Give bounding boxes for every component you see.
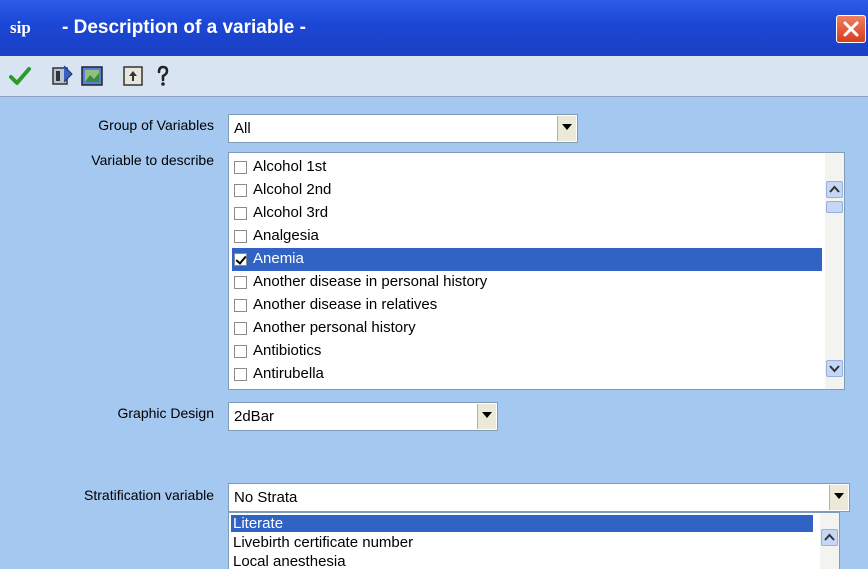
list-item-label: Anemia [253, 250, 304, 267]
checkbox[interactable] [234, 368, 247, 381]
checkbox[interactable] [234, 161, 247, 174]
list-item-label: Alcohol 2nd [253, 181, 332, 198]
app-logo: sip [10, 18, 31, 37]
list-item[interactable]: Antirubella [232, 363, 822, 386]
checkbox[interactable] [234, 322, 247, 335]
graphic-design-label: Graphic Design [117, 405, 215, 421]
confirm-button[interactable] [6, 62, 34, 90]
list-item[interactable]: Alcohol 3rd [232, 202, 822, 225]
dropdown-option[interactable]: Literate [231, 515, 813, 532]
dropdown-option[interactable]: Livebirth certificate number [233, 534, 413, 551]
variables-button[interactable] [48, 62, 76, 90]
help-button[interactable] [149, 62, 177, 90]
chevron-down-icon[interactable] [557, 116, 576, 141]
chevron-down-icon[interactable] [477, 404, 496, 429]
group-of-variables-label: Group of Variables [98, 117, 214, 133]
list-item[interactable]: Analgesia [232, 225, 822, 248]
list-item[interactable]: Antibiotics [232, 340, 822, 363]
checkbox[interactable] [234, 184, 247, 197]
checkbox[interactable] [234, 230, 247, 243]
window-title: - Description of a variable - [62, 17, 306, 38]
list-item[interactable]: Another disease in personal history [232, 271, 822, 294]
checkbox[interactable] [234, 299, 247, 312]
chevron-down-icon[interactable] [829, 485, 848, 510]
group-of-variables-select[interactable]: All [228, 114, 578, 143]
list-item-label: Another personal history [253, 319, 416, 336]
list-item[interactable]: Alcohol 1st [232, 156, 822, 179]
exit-icon [123, 66, 143, 86]
variable-to-describe-label: Variable to describe [91, 152, 214, 168]
variable-list-scrollbar[interactable] [825, 153, 844, 389]
checkbox[interactable] [234, 207, 247, 220]
help-icon [157, 65, 169, 86]
image-button[interactable] [78, 62, 106, 90]
stratification-list-scrollbar[interactable] [820, 513, 839, 569]
checkbox[interactable] [234, 345, 247, 358]
list-item-label: Another disease in relatives [253, 296, 438, 313]
list-item-label: Another disease in personal history [253, 273, 488, 290]
image-icon [81, 66, 103, 86]
stratification-dropdown-list[interactable]: Literate Livebirth certificate number Loca… [228, 512, 840, 569]
scroll-down-icon[interactable] [826, 360, 843, 377]
list-item[interactable]: Anemia [232, 248, 822, 271]
checkbox[interactable] [234, 253, 247, 266]
stratification-variable-value: No Strata [234, 489, 298, 506]
exit-button[interactable] [119, 62, 147, 90]
scroll-up-icon[interactable] [826, 181, 843, 198]
graphic-design-value: 2dBar [234, 408, 275, 425]
list-item[interactable]: Another personal history [232, 317, 822, 340]
stratification-variable-select[interactable]: No Strata [228, 483, 850, 512]
list-item[interactable]: Another disease in relatives [232, 294, 822, 317]
list-item-label: Alcohol 3rd [253, 204, 329, 221]
variable-list[interactable]: Alcohol 1st Alcohol 2nd Alcohol 3rd Analges… [228, 152, 845, 390]
list-item-label: Antirubella [253, 365, 324, 382]
group-of-variables-value: All [234, 120, 251, 137]
variables-icon [52, 65, 73, 85]
close-button[interactable] [836, 15, 866, 43]
toolbar [0, 56, 868, 97]
scroll-up-icon[interactable] [821, 529, 838, 546]
stratification-variable-label: Stratification variable [84, 487, 214, 503]
list-item-label: Analgesia [253, 227, 319, 244]
close-icon [843, 21, 859, 37]
title-bar: sip - Description of a variable - [0, 0, 868, 56]
graphic-design-select[interactable]: 2dBar [228, 402, 498, 431]
dropdown-option[interactable]: Local anesthesia [233, 553, 346, 569]
list-item[interactable]: Alcohol 2nd [232, 179, 822, 202]
checkmark-icon [9, 67, 31, 85]
checkbox[interactable] [234, 276, 247, 289]
list-item-label: Alcohol 1st [253, 158, 327, 175]
list-item-label: Antibiotics [253, 342, 322, 359]
scroll-thumb[interactable] [826, 201, 843, 213]
